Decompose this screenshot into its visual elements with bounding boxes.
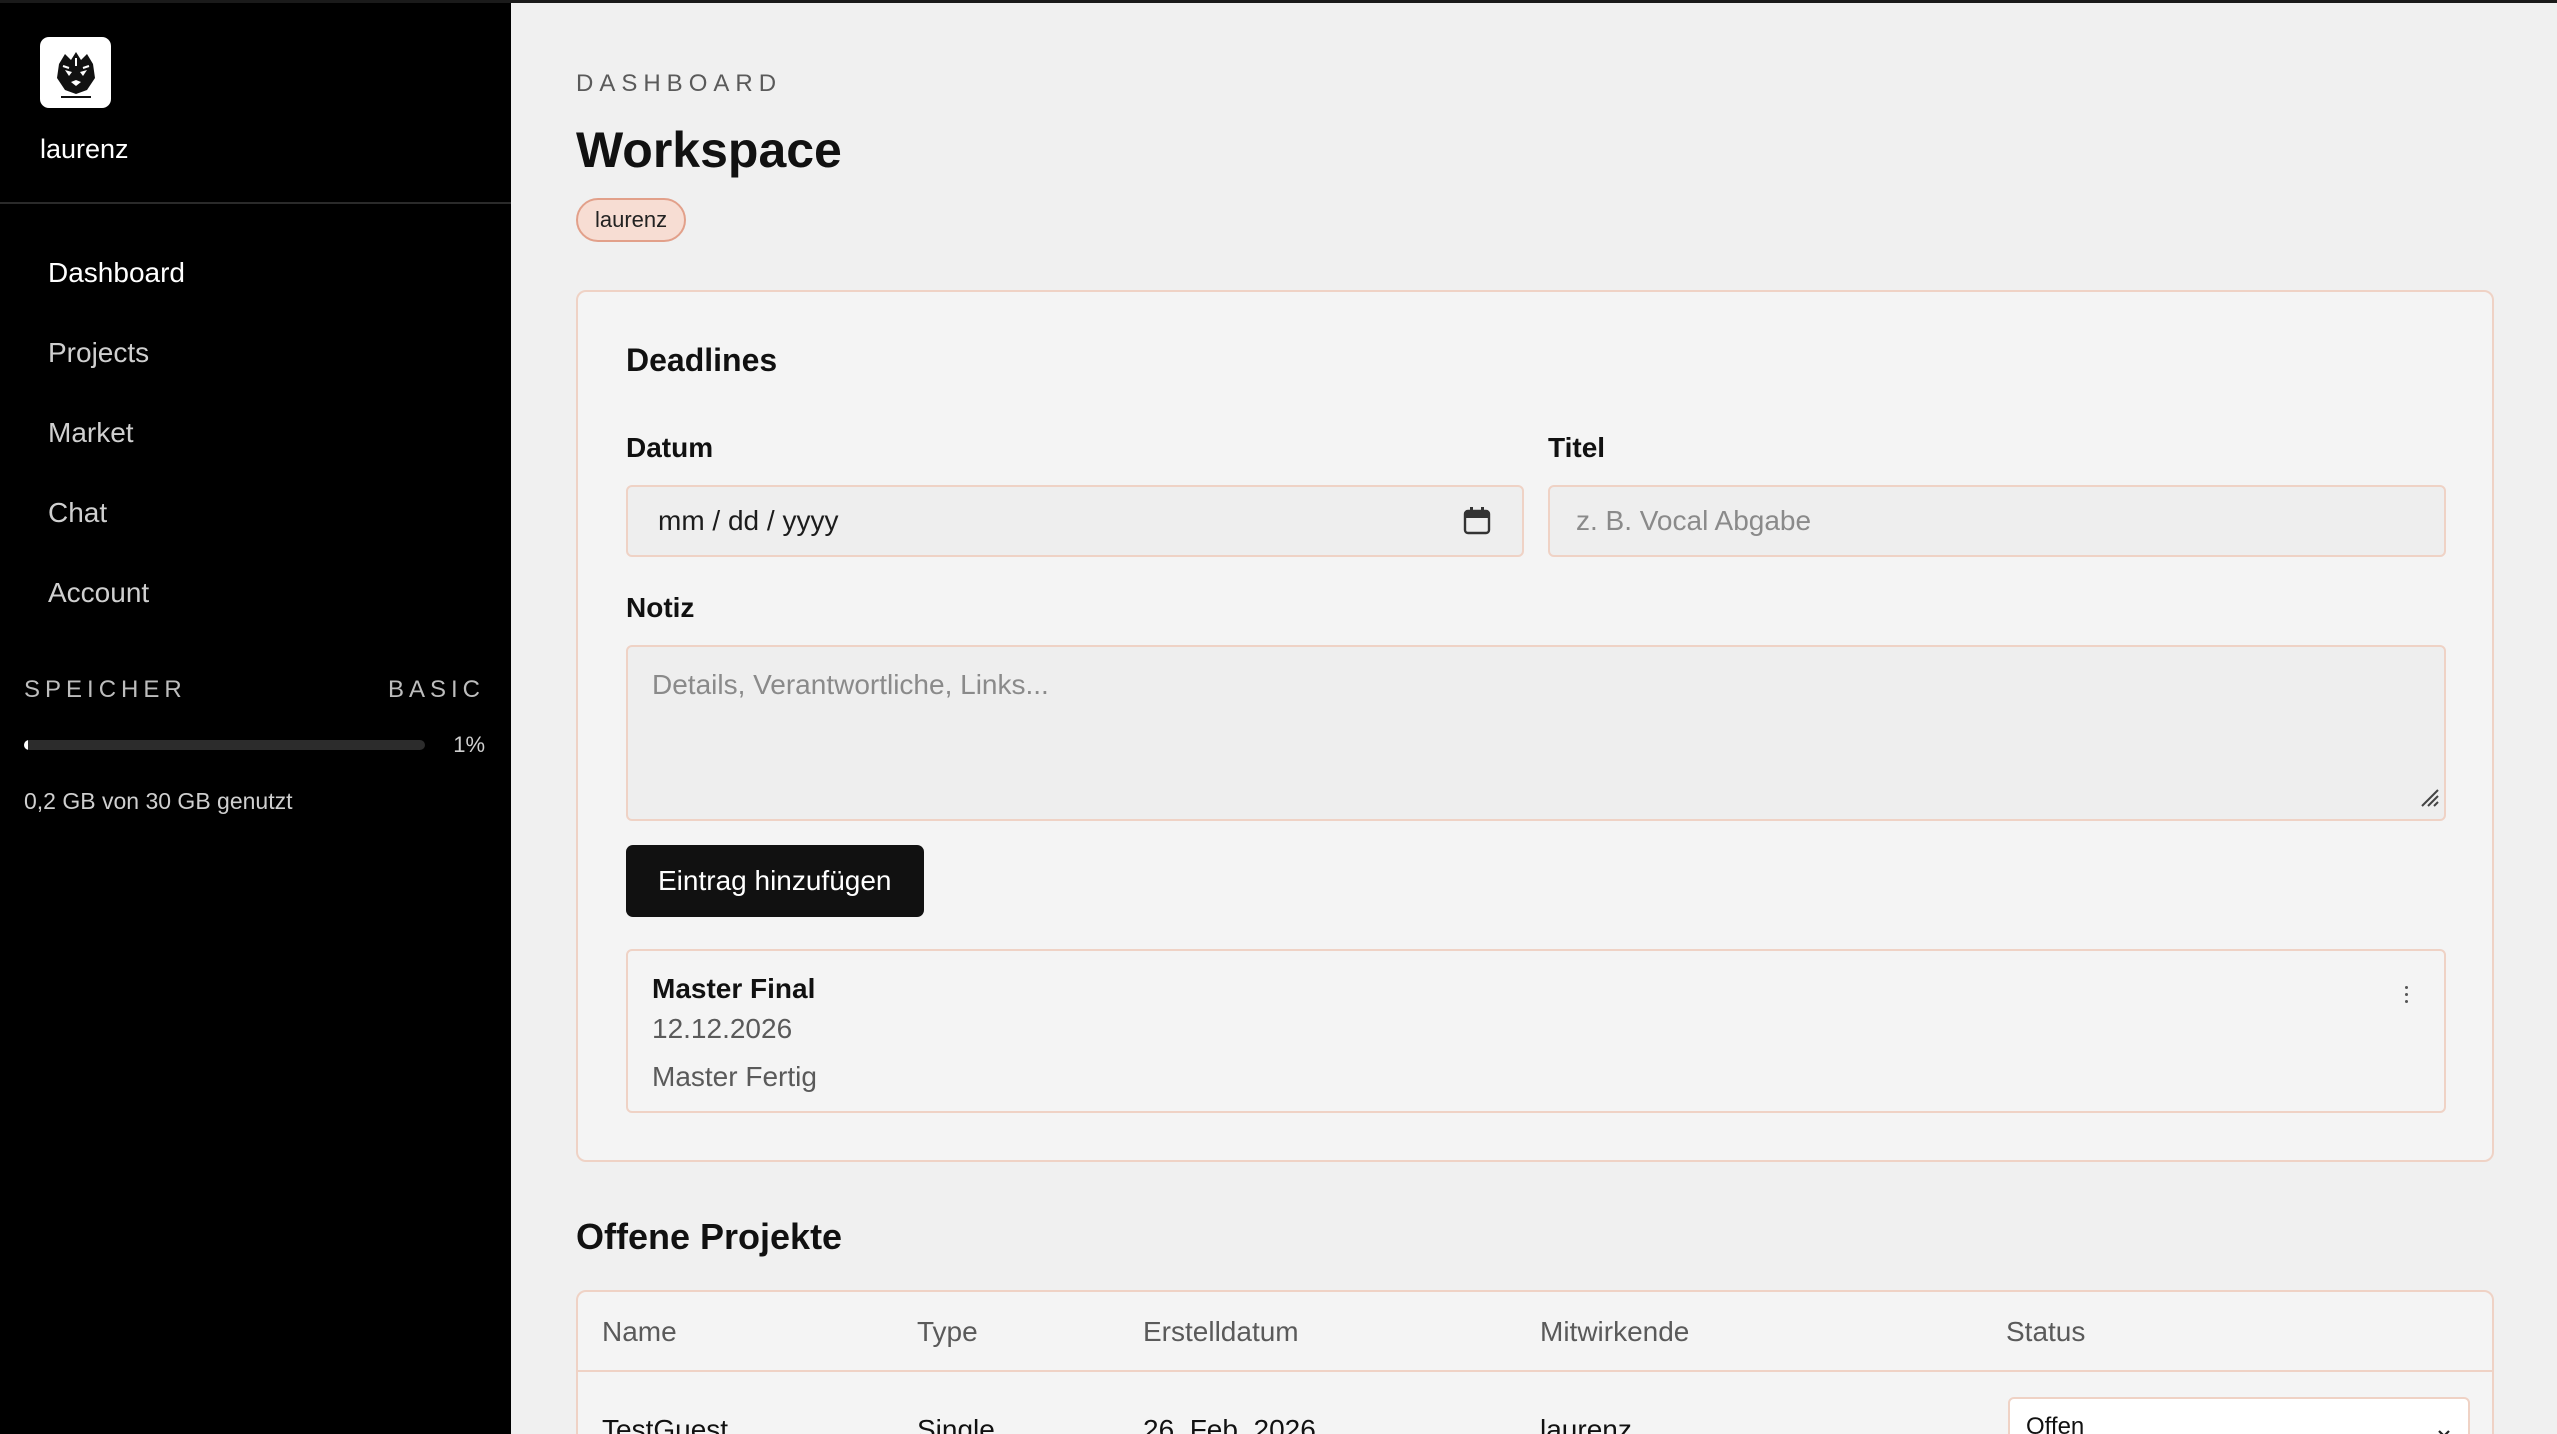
date-input-value: mm / dd / yyyy — [658, 505, 839, 536]
cell-contributors: laurenz — [1540, 1414, 1632, 1434]
sidebar-item-dashboard[interactable]: Dashboard — [48, 241, 185, 321]
cell-name[interactable]: TestGuest — [602, 1414, 728, 1434]
page-eyebrow: DASHBOARD — [576, 70, 783, 97]
status-select[interactable]: Offen — [2008, 1397, 2470, 1434]
title-input[interactable]: z. B. Vocal Abgabe — [1548, 485, 2446, 557]
column-header-type[interactable]: Type — [917, 1316, 978, 1348]
storage-label: SPEICHER — [24, 676, 187, 703]
note-label: Notiz — [626, 592, 695, 623]
resize-grip-icon[interactable] — [2418, 783, 2440, 815]
main-content: DASHBOARD Workspace laurenz Deadlines Da… — [511, 0, 2557, 1434]
column-header-created[interactable]: Erstelldatum — [1143, 1316, 1299, 1348]
deadlines-card: Deadlines Datum mm / dd / yyyy Titel z. … — [576, 290, 2494, 1162]
storage-header: SPEICHER BASIC — [24, 676, 485, 704]
tiger-logo-icon[interactable] — [40, 37, 111, 108]
storage-percent: 1% — [453, 732, 485, 757]
status-select-value: Offen — [2026, 1413, 2085, 1434]
table-header: Name Type Erstelldatum Mitwirkende Statu… — [578, 1292, 2492, 1372]
date-label: Datum — [626, 432, 714, 463]
brand — [40, 37, 111, 108]
note-textarea[interactable]: Details, Verantwortliche, Links... — [626, 645, 2446, 821]
sidebar: laurenz Dashboard Projects Market Chat A… — [0, 0, 511, 1434]
calendar-icon[interactable] — [1462, 506, 1492, 536]
sidebar-item-account[interactable]: Account — [48, 561, 185, 641]
sidebar-item-chat[interactable]: Chat — [48, 481, 185, 561]
sidebar-item-projects[interactable]: Projects — [48, 321, 185, 401]
sidebar-divider — [0, 202, 511, 204]
title-label: Titel — [1548, 432, 1606, 463]
title-input-placeholder: z. B. Vocal Abgabe — [1576, 505, 1812, 536]
column-header-name[interactable]: Name — [602, 1316, 677, 1348]
storage-progress-fill — [24, 740, 28, 750]
storage-bar-row: 1% — [24, 732, 485, 758]
note-textarea-placeholder: Details, Verantwortliche, Links... — [652, 669, 1049, 700]
app-window: laurenz Dashboard Projects Market Chat A… — [0, 0, 2557, 1434]
sidebar-username: laurenz — [40, 134, 129, 164]
deadline-entry: Master Final 12.12.2026 Master Fertig — [626, 949, 2446, 1113]
storage-used-text: 0,2 GB von 30 GB genutzt — [24, 788, 293, 814]
deadline-entry-date: 12.12.2026 — [652, 1013, 793, 1044]
more-vertical-icon[interactable] — [2396, 979, 2416, 1009]
deadline-entry-title: Master Final — [652, 973, 816, 1004]
storage-plan: BASIC — [387, 676, 485, 703]
column-header-status[interactable]: Status — [2006, 1316, 2085, 1348]
storage-panel: SPEICHER BASIC 1% 0,2 GB von 30 GB genut… — [24, 676, 485, 815]
deadlines-title: Deadlines — [626, 342, 778, 378]
user-chip: laurenz — [576, 198, 687, 242]
cell-type: Single — [917, 1414, 995, 1434]
sidebar-item-market[interactable]: Market — [48, 401, 185, 481]
add-entry-button[interactable]: Eintrag hinzufügen — [626, 845, 924, 917]
date-input[interactable]: mm / dd / yyyy — [626, 485, 1524, 557]
column-header-contributors[interactable]: Mitwirkende — [1540, 1316, 1689, 1348]
page-title: Workspace — [576, 122, 842, 178]
deadline-entry-note: Master Fertig — [652, 1061, 817, 1092]
open-projects-title: Offene Projekte — [576, 1216, 843, 1257]
cell-created: 26. Feb. 2026 — [1143, 1414, 1316, 1434]
chevron-down-icon — [2436, 1419, 2452, 1434]
storage-progress-bar — [24, 740, 425, 750]
projects-table: Name Type Erstelldatum Mitwirkende Statu… — [576, 1290, 2494, 1434]
sidebar-nav: Dashboard Projects Market Chat Account — [48, 241, 185, 641]
